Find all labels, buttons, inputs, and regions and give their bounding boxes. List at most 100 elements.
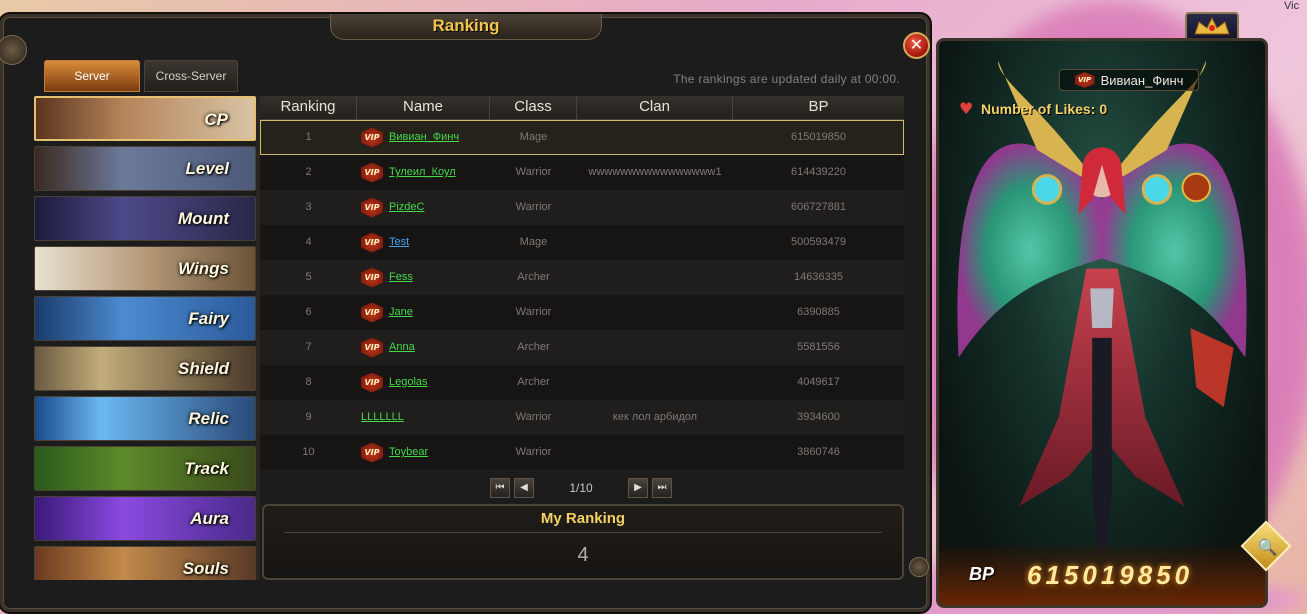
- clan-cell: [577, 260, 733, 295]
- vip-icon: VIP: [361, 197, 383, 218]
- my-ranking-panel: My Ranking 4: [262, 504, 904, 580]
- vip-icon: VIP: [1074, 72, 1095, 88]
- clan-cell: [577, 295, 733, 330]
- category-label: Souls: [182, 559, 229, 578]
- likes-display: ♥ Number of Likes: 0: [959, 101, 1108, 118]
- category-fairy[interactable]: Fairy: [34, 296, 256, 341]
- category-cp[interactable]: CP: [34, 96, 256, 141]
- category-mount[interactable]: Mount: [34, 196, 256, 241]
- table-row[interactable]: 3 VIP PizdeC Warrior 606727881: [260, 190, 904, 225]
- last-page-button[interactable]: ⏭: [652, 478, 672, 498]
- pagination: ⏮ ◀ 1/10 ▶ ⏭: [490, 478, 676, 500]
- player-name-link[interactable]: LLLLLLL: [361, 400, 404, 435]
- my-ranking-value: 4: [577, 544, 589, 566]
- name-cell: VIP PizdeC: [357, 190, 490, 225]
- clan-cell: [577, 120, 733, 155]
- category-label: Aura: [190, 509, 229, 528]
- vip-icon: VIP: [361, 337, 383, 358]
- bp-cell: 6390885: [797, 306, 840, 318]
- table-row[interactable]: 10 VIP Toybear Warrior 3860746: [260, 435, 904, 470]
- clan-cell: wwwwwwwwwwwwwwww1: [588, 166, 722, 178]
- player-name-link[interactable]: Toybear: [389, 435, 428, 470]
- clan-cell: [577, 225, 733, 260]
- next-page-button[interactable]: ▶: [628, 478, 648, 498]
- category-wings[interactable]: Wings: [34, 246, 256, 291]
- class-cell: Warrior: [515, 201, 552, 213]
- vip-icon: VIP: [361, 127, 383, 148]
- category-label: Mount: [178, 209, 229, 228]
- player-name-link[interactable]: Test: [389, 225, 409, 260]
- player-name-link[interactable]: Вивиан_Финч: [389, 120, 459, 155]
- vip-icon: VIP: [361, 162, 383, 183]
- bp-cell: 500593479: [790, 236, 847, 248]
- header-bp: BP: [808, 98, 829, 115]
- vip-icon: VIP: [361, 302, 383, 323]
- category-label: Wings: [178, 259, 229, 278]
- table-row[interactable]: 7 VIP Anna Archer 5581556: [260, 330, 904, 365]
- character-portrait-image: [957, 60, 1247, 556]
- name-cell: VIP Test: [357, 225, 490, 260]
- player-name-link[interactable]: Jane: [389, 295, 413, 330]
- player-name-link[interactable]: Legolas: [389, 365, 428, 400]
- rank-cell: 7: [305, 341, 312, 353]
- background-text: Vic: [1284, 0, 1300, 12]
- clan-cell: [577, 435, 733, 470]
- prev-page-button[interactable]: ◀: [514, 478, 534, 498]
- likes-count: 0: [1099, 101, 1108, 117]
- player-name-link[interactable]: Anna: [389, 330, 415, 365]
- character-name-plate: VIP Вивиан_Финч: [1059, 69, 1199, 91]
- category-aura[interactable]: Aura: [34, 496, 256, 541]
- clan-cell: [577, 190, 733, 225]
- player-name-link[interactable]: Тулеил_Коул: [389, 155, 456, 190]
- character-name: Вивиан_Финч: [1100, 72, 1184, 88]
- rank-cell: 3: [305, 201, 312, 213]
- category-relic[interactable]: Relic: [34, 396, 256, 441]
- clan-cell: [577, 365, 733, 400]
- bp-bar: BP 615019850: [939, 545, 1265, 605]
- my-ranking-title: My Ranking: [540, 510, 626, 527]
- player-name-link[interactable]: PizdeC: [389, 190, 424, 225]
- clan-cell: кек лол арбидол: [612, 411, 698, 423]
- likes-label: Number of Likes:: [981, 101, 1096, 117]
- tab-cross-server[interactable]: Cross-Server: [144, 60, 238, 92]
- tab-server[interactable]: Server: [44, 60, 140, 92]
- class-cell: Archer: [517, 341, 550, 353]
- name-cell: VIP Toybear: [357, 435, 490, 470]
- table-row[interactable]: 6 VIP Jane Warrior 6390885: [260, 295, 904, 330]
- bp-cell: 615019850: [790, 131, 847, 143]
- table-row[interactable]: 5 VIP Fess Archer 14636335: [260, 260, 904, 295]
- bp-cell: 614439220: [790, 166, 847, 178]
- table-row[interactable]: 9 LLLLLLL Warrior кек лол арбидол 3934600: [260, 400, 904, 435]
- category-souls[interactable]: Souls: [34, 546, 256, 580]
- ranking-table: Ranking Name Class Clan BP 1 VIP Вивиан_Фи…: [260, 96, 904, 470]
- category-track[interactable]: Track: [34, 446, 256, 491]
- category-level[interactable]: Level: [34, 146, 256, 191]
- heart-icon[interactable]: ♥: [959, 101, 977, 117]
- name-cell: VIP Jane: [357, 295, 490, 330]
- category-label: Track: [183, 459, 229, 478]
- bp-label: BP: [969, 564, 995, 584]
- class-cell: Archer: [517, 376, 550, 388]
- bp-cell: 606727881: [790, 201, 847, 213]
- rank-cell: 1: [305, 131, 312, 143]
- category-list: CP Level Mount Wings Fairy Shield Relic …: [32, 96, 258, 580]
- table-row[interactable]: 1 VIP Вивиан_Финч Mage 615019850: [260, 120, 904, 155]
- table-row[interactable]: 4 VIP Test Mage 500593479: [260, 225, 904, 260]
- first-page-button[interactable]: ⏮: [490, 478, 510, 498]
- class-cell: Warrior: [515, 446, 552, 458]
- category-shield[interactable]: Shield: [34, 346, 256, 391]
- table-row[interactable]: 8 VIP Legolas Archer 4049617: [260, 365, 904, 400]
- bp-cell: 3860746: [797, 446, 840, 458]
- corner-ornament: [0, 35, 27, 65]
- close-button[interactable]: ✕: [903, 32, 930, 59]
- table-row[interactable]: 2 VIP Тулеил_Коул Warrior wwwwwwwwwwwwwwww1 6…: [260, 155, 904, 190]
- class-cell: Mage: [519, 131, 548, 143]
- character-panel: VIP Вивиан_Финч ♥ Number of Likes: 0 BP …: [936, 38, 1268, 608]
- name-cell: LLLLLLL: [357, 400, 490, 435]
- player-name-link[interactable]: Fess: [389, 260, 413, 295]
- category-label: Level: [185, 159, 229, 178]
- class-cell: Warrior: [515, 411, 552, 423]
- bp-cell: 14636335: [794, 271, 843, 283]
- bp-cell: 4049617: [797, 376, 840, 388]
- divider: [284, 532, 882, 533]
